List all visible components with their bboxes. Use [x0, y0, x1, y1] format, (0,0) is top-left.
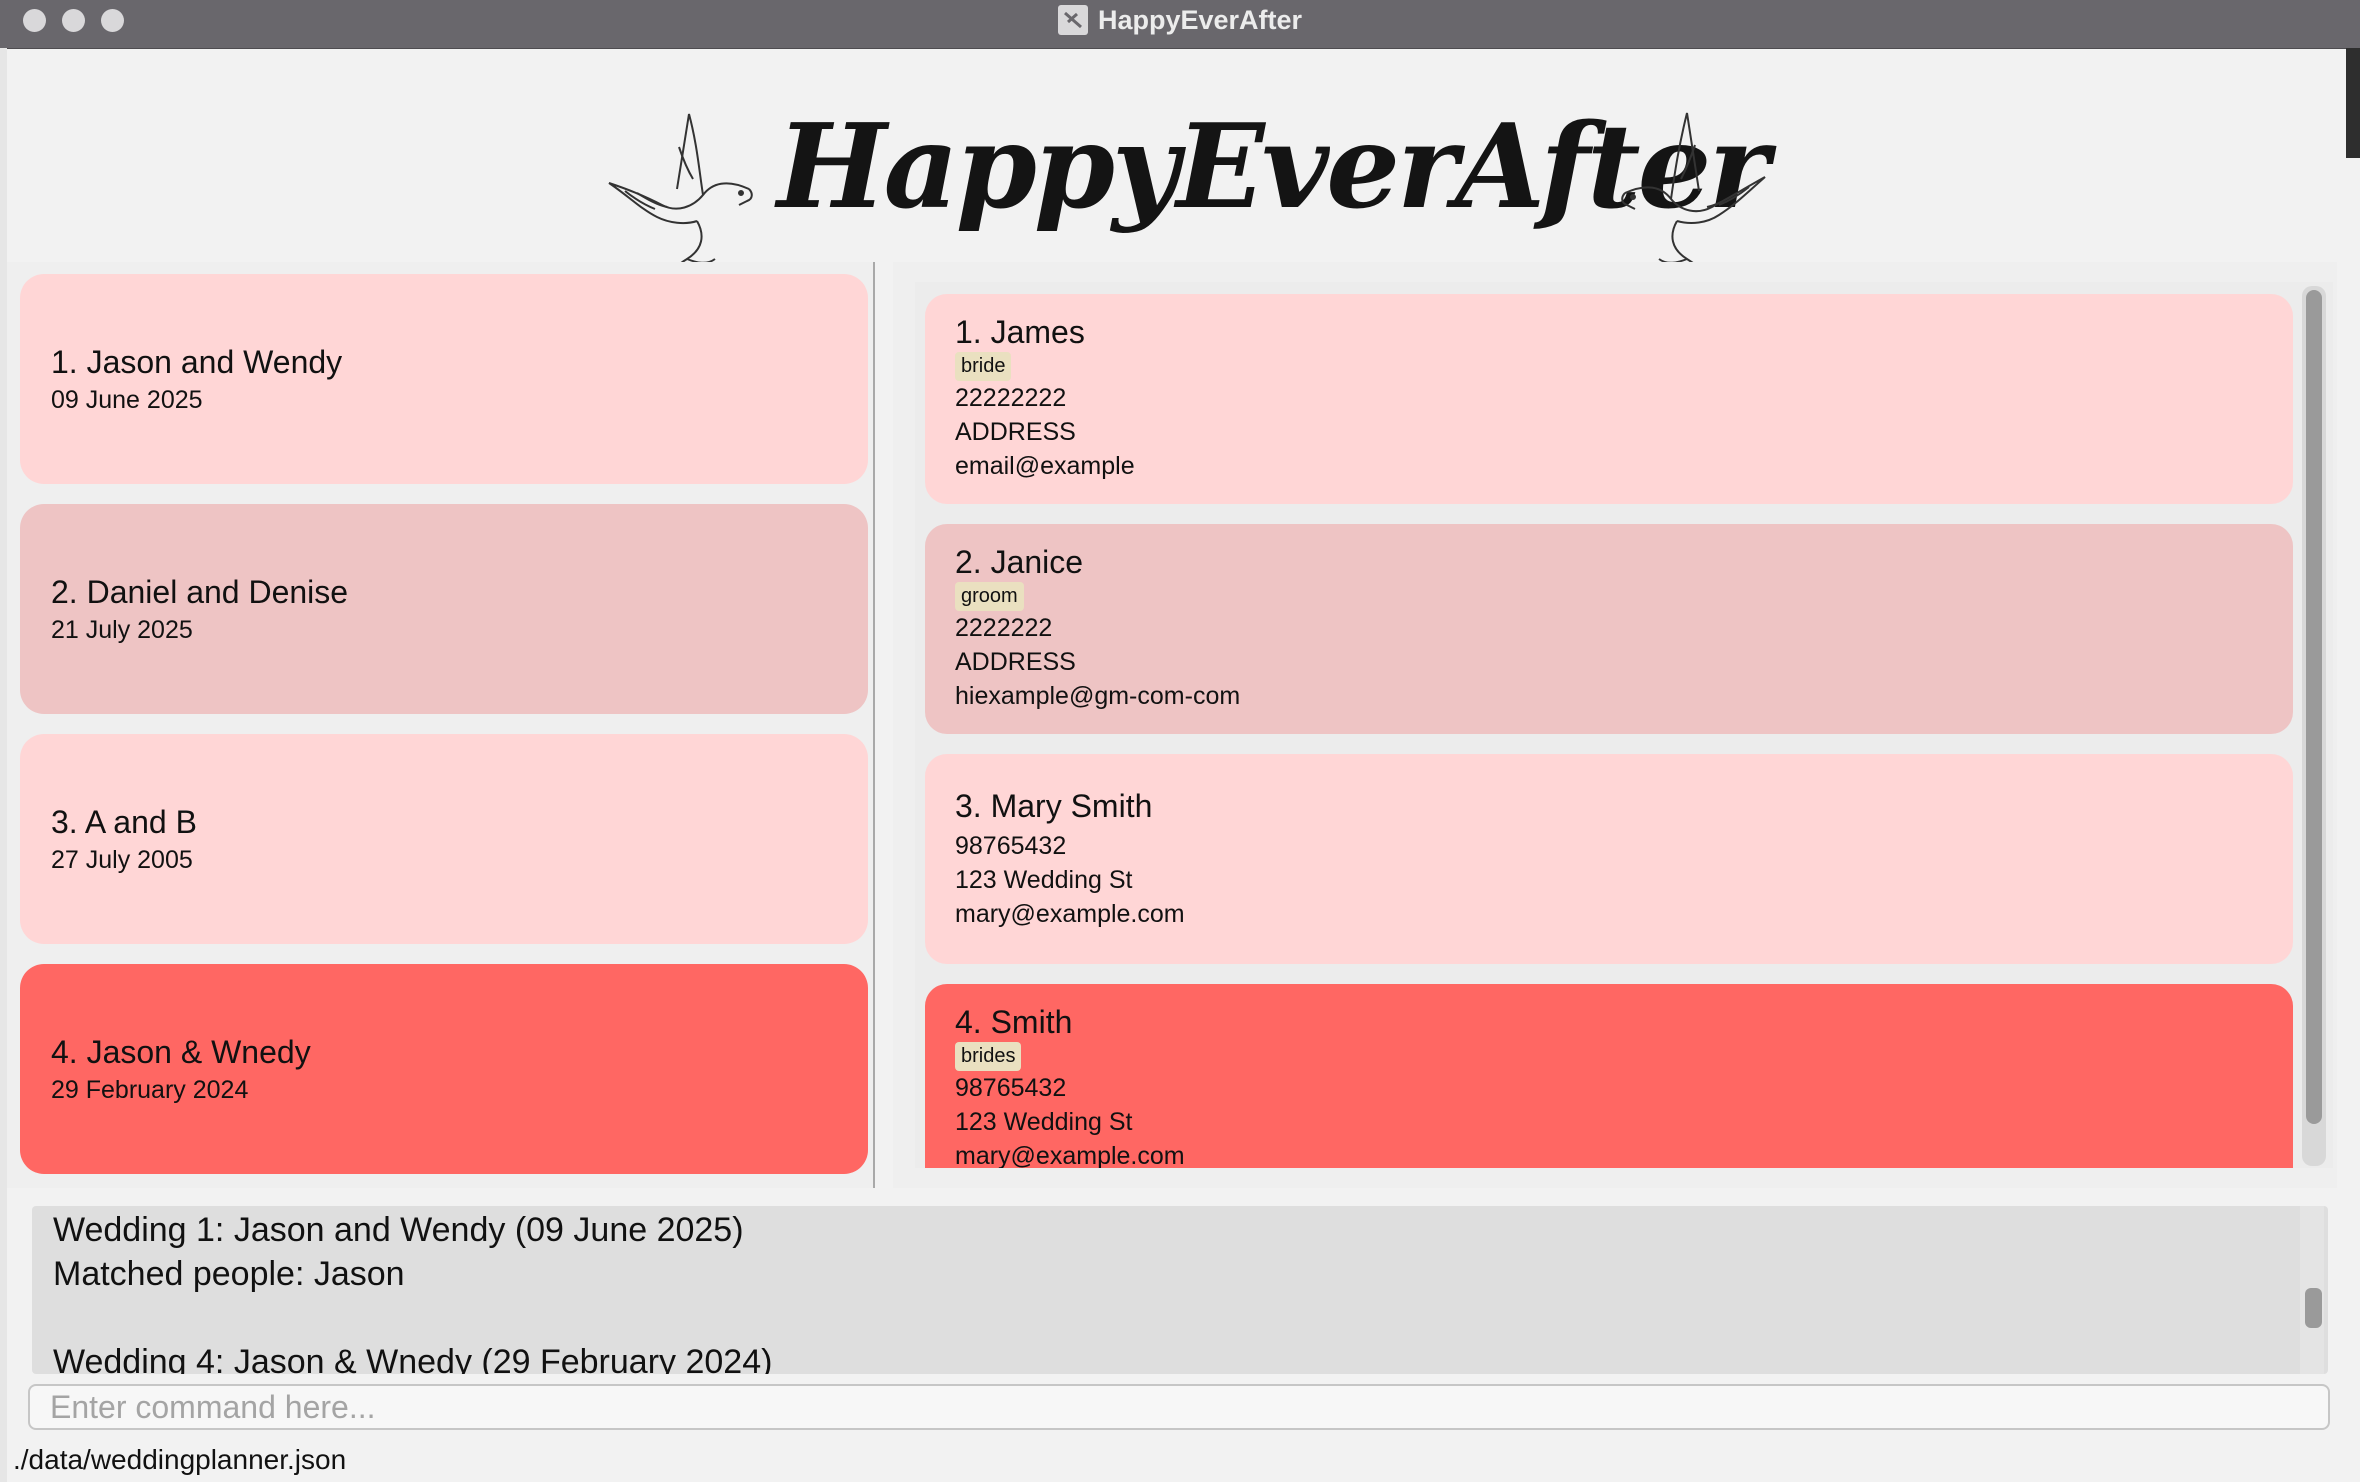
person-name: 4. Smith — [955, 1004, 1073, 1040]
wedding-title: 2. Daniel and Denise — [51, 574, 349, 610]
app-window: HappyEverAfter HappyEverAfter 1. Jason a… — [0, 0, 2360, 1482]
right-dove-icon — [1621, 112, 1766, 286]
person-address: 123 Wedding St — [955, 1108, 1133, 1136]
person-tag: groom — [955, 582, 1024, 611]
person-email: hiexample@gm-com-com — [955, 682, 1241, 710]
person-name: 1. James — [955, 314, 1085, 350]
split-pane-divider[interactable] — [873, 262, 875, 1188]
window-title: HappyEverAfter — [1097, 4, 1303, 35]
window-edge — [0, 48, 7, 1482]
title-bar: HappyEverAfter — [0, 0, 2360, 49]
person-list[interactable]: 1. James bride 22222222 ADDRESS email@ex… — [915, 282, 2333, 1168]
person-address: ADDRESS — [955, 418, 1076, 446]
person-tag: brides — [955, 1042, 1022, 1071]
app-icon — [1057, 5, 1088, 35]
person-name: 3. Mary Smith — [955, 788, 1153, 824]
person-email: mary@example.com — [955, 1142, 1185, 1168]
person-card[interactable]: 3. Mary Smith 98765432 123 Wedding St ma… — [925, 754, 2293, 964]
person-phone: 22222222 — [955, 384, 1067, 412]
command-input[interactable] — [28, 1384, 2330, 1430]
person-phone: 98765432 — [955, 1074, 1067, 1102]
app-logo-text: HappyEverAfter — [777, 99, 1769, 235]
wedding-title: 1. Jason and Wendy — [51, 344, 343, 380]
person-address: ADDRESS — [955, 648, 1076, 676]
person-email: mary@example.com — [955, 900, 1185, 928]
person-email: email@example — [955, 452, 1135, 480]
person-list-scrollbar-thumb[interactable] — [2306, 290, 2322, 1124]
background-window-edge — [2346, 48, 2360, 158]
result-display[interactable]: Wedding 1: Jason and Wendy (09 June 2025… — [32, 1206, 2328, 1374]
person-card-selected[interactable]: 4. Smith brides 98765432 123 Wedding St … — [925, 984, 2293, 1168]
wedding-title: 3. A and B — [51, 804, 197, 840]
wedding-title: 4. Jason & Wnedy — [51, 1034, 311, 1070]
wedding-card[interactable]: 3. A and B 27 July 2005 — [20, 734, 868, 944]
person-tag: bride — [955, 352, 1012, 381]
wedding-date: 29 February 2024 — [51, 1076, 249, 1104]
wedding-list-panel[interactable]: 1. Jason and Wendy 09 June 2025 2. Danie… — [7, 262, 873, 1188]
banner: HappyEverAfter — [7, 49, 2337, 288]
result-text: Wedding 1: Jason and Wendy (09 June 2025… — [53, 1211, 773, 1374]
wedding-date: 21 July 2025 — [51, 616, 193, 644]
person-phone: 98765432 — [955, 832, 1067, 860]
person-phone: 2222222 — [955, 614, 1053, 642]
person-address: 123 Wedding St — [955, 866, 1133, 894]
title-group: HappyEverAfter — [0, 0, 2360, 40]
person-card[interactable]: 1. James bride 22222222 ADDRESS email@ex… — [925, 294, 2293, 504]
wedding-date: 09 June 2025 — [51, 386, 203, 414]
wedding-card-selected[interactable]: 4. Jason & Wnedy 29 February 2024 — [20, 964, 868, 1174]
wedding-card[interactable]: 2. Daniel and Denise 21 July 2025 — [20, 504, 868, 714]
person-name: 2. Janice — [955, 544, 1084, 580]
person-card[interactable]: 2. Janice groom 2222222 ADDRESS hiexampl… — [925, 524, 2293, 734]
wedding-date: 27 July 2005 — [51, 846, 193, 874]
status-bar-path: ./data/weddingplanner.json — [13, 1444, 347, 1475]
result-scrollbar-thumb[interactable] — [2305, 1288, 2322, 1328]
wedding-card[interactable]: 1. Jason and Wendy 09 June 2025 — [20, 274, 868, 484]
